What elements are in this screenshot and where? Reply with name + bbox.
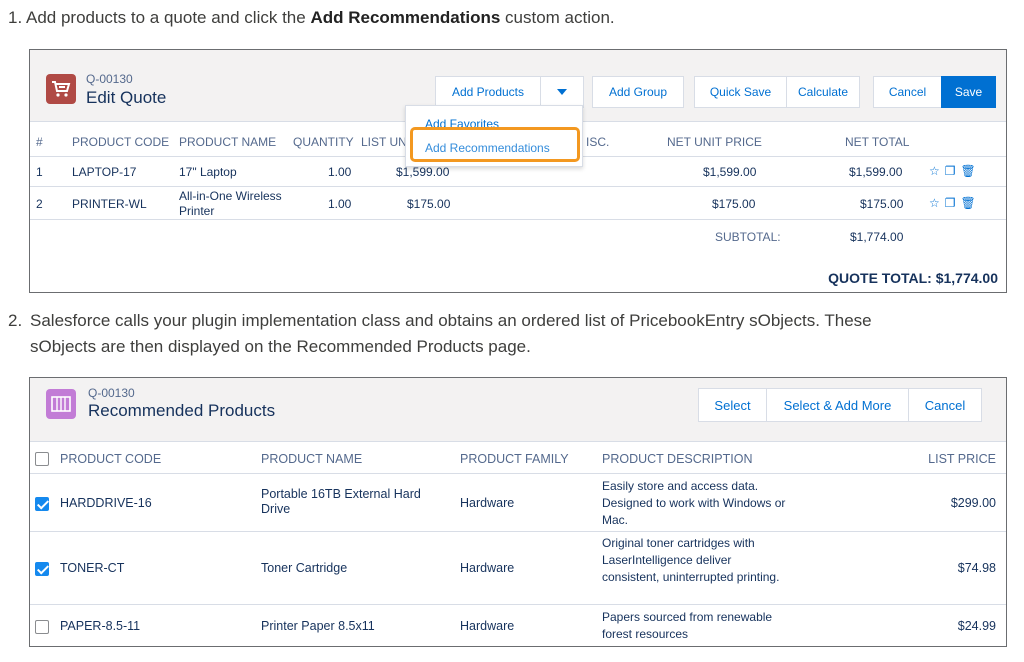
- step-2-line-1: Salesforce calls your plugin implementat…: [30, 311, 872, 330]
- row-2-net-total: $175.00: [860, 197, 904, 211]
- divider: [30, 531, 1006, 532]
- row-1-list-price: $1,599.00: [396, 165, 450, 179]
- row-3-checkbox[interactable]: [35, 620, 49, 634]
- col-quantity: QUANTITY: [293, 135, 354, 149]
- add-products-menu-button[interactable]: [540, 76, 584, 108]
- step-1-post: custom action.: [500, 8, 615, 27]
- row-1-code: LAPTOP-17: [72, 165, 137, 179]
- delete-icon[interactable]: 🗑: [961, 164, 976, 178]
- row-1-name: 17" Laptop: [179, 165, 237, 179]
- divider: [30, 473, 1006, 474]
- clone-icon[interactable]: ❐: [945, 196, 956, 210]
- row-3-family: Hardware: [460, 619, 515, 633]
- row-1-quantity[interactable]: 1.00: [328, 165, 351, 179]
- step-1-pre: Add products to a quote and click the: [25, 8, 311, 27]
- col-product-name: PRODUCT NAME: [261, 452, 363, 466]
- recommended-title: Recommended Products: [88, 401, 276, 420]
- row-1-actions: ☆ ❐ 🗑: [929, 164, 976, 178]
- row-1-number: 1: [36, 165, 43, 179]
- row-1-description: Easily store and access data. Designed t…: [602, 479, 786, 527]
- edit-quote-panel: Q-00130 Edit Quote Add Products Add Grou…: [29, 49, 1007, 293]
- step-2-text: 2. Salesforce calls your plugin implement…: [8, 308, 998, 360]
- step-1-bold: Add Recommendations: [310, 8, 501, 27]
- col-number: #: [36, 135, 43, 149]
- row-2-price: $74.98: [957, 561, 996, 575]
- col-net-unit-price: NET UNIT PRICE: [667, 135, 762, 149]
- col-discount: ISC.: [586, 135, 610, 149]
- col-list-price: LIST PRICE: [928, 452, 996, 466]
- add-group-button[interactable]: Add Group: [592, 76, 684, 108]
- row-3-code: PAPER-8.5-11: [60, 619, 141, 633]
- row-3-description: Papers sourced from renewable forest res…: [602, 610, 773, 641]
- subtotal-label: SUBTOTAL:: [715, 230, 781, 244]
- calculate-button[interactable]: Calculate: [786, 76, 860, 108]
- clone-icon[interactable]: ❐: [945, 164, 956, 178]
- col-product-name: PRODUCT NAME: [179, 135, 277, 149]
- select-button[interactable]: Select: [698, 388, 767, 422]
- row-1-net-unit: $1,599.00: [703, 165, 757, 179]
- col-product-code: PRODUCT CODE: [60, 452, 162, 466]
- row-1-price: $299.00: [950, 496, 996, 510]
- col-list-unit: LIST UN: [361, 135, 407, 149]
- row-2-list-price: $175.00: [407, 197, 451, 211]
- quote-total: QUOTE TOTAL: $1,774.00: [828, 270, 998, 286]
- caret-down-icon: [557, 89, 567, 95]
- row-1-family: Hardware: [460, 496, 515, 510]
- row-1-code: HARDDRIVE-16: [60, 496, 152, 510]
- step-1-number: 1.: [8, 8, 23, 27]
- divider: [30, 219, 1006, 220]
- divider: [30, 604, 1006, 605]
- row-3-name: Printer Paper 8.5x11: [261, 619, 375, 633]
- row-1-name: Portable 16TB External Hard Drive: [261, 487, 421, 516]
- cart-icon: [46, 74, 76, 104]
- recommended-products-panel: Q-00130 Recommended Products Select Sele…: [29, 377, 1007, 647]
- col-product-family: PRODUCT FAMILY: [460, 452, 569, 466]
- divider: [30, 186, 1006, 187]
- star-icon[interactable]: ☆: [929, 196, 940, 210]
- row-2-actions: ☆ ❐ 🗑: [929, 196, 976, 210]
- row-2-code: TONER-CT: [60, 561, 125, 575]
- delete-icon[interactable]: 🗑: [961, 196, 976, 210]
- row-2-code: PRINTER-WL: [72, 197, 147, 211]
- row-2-family: Hardware: [460, 561, 515, 575]
- row-2-number: 2: [36, 197, 43, 211]
- edit-quote-title: Edit Quote: [86, 88, 167, 107]
- col-product-code: PRODUCT CODE: [72, 135, 170, 149]
- cancel-button[interactable]: Cancel: [908, 388, 982, 422]
- add-products-button[interactable]: Add Products: [435, 76, 541, 108]
- cancel-button[interactable]: Cancel: [873, 76, 942, 108]
- quote-record-id: Q-00130: [86, 72, 133, 86]
- row-2-quantity[interactable]: 1.00: [328, 197, 351, 211]
- quick-save-button[interactable]: Quick Save: [694, 76, 787, 108]
- save-button[interactable]: Save: [941, 76, 996, 108]
- row-2-name: All-in-One Wireless Printer: [179, 189, 282, 218]
- select-add-more-button[interactable]: Select & Add More: [766, 388, 909, 422]
- star-icon[interactable]: ☆: [929, 164, 940, 178]
- step-2-line-2: sObjects are then displayed on the Recom…: [30, 337, 531, 356]
- row-1-net-total: $1,599.00: [849, 165, 903, 179]
- row-2-net-unit: $175.00: [712, 197, 756, 211]
- row-1-checkbox[interactable]: [35, 497, 49, 511]
- recommended-header: Q-00130 Recommended Products Select Sele…: [30, 378, 1006, 442]
- col-product-description: PRODUCT DESCRIPTION: [602, 452, 753, 466]
- highlight-outline: [410, 127, 580, 162]
- product-grid-icon: [46, 389, 76, 419]
- row-3-price: $24.99: [957, 619, 996, 633]
- col-net-total: NET TOTAL: [845, 135, 910, 149]
- step-2-number: 2.: [8, 311, 23, 330]
- recommended-record-id: Q-00130: [88, 386, 135, 400]
- row-2-description: Original toner cartridges with LaserInte…: [602, 536, 780, 584]
- select-all-checkbox[interactable]: [35, 452, 49, 466]
- subtotal-value: $1,774.00: [850, 230, 904, 244]
- row-2-checkbox[interactable]: [35, 562, 49, 576]
- step-1-text: 1. Add products to a quote and click the…: [8, 5, 615, 31]
- row-2-name: Toner Cartridge: [261, 561, 348, 575]
